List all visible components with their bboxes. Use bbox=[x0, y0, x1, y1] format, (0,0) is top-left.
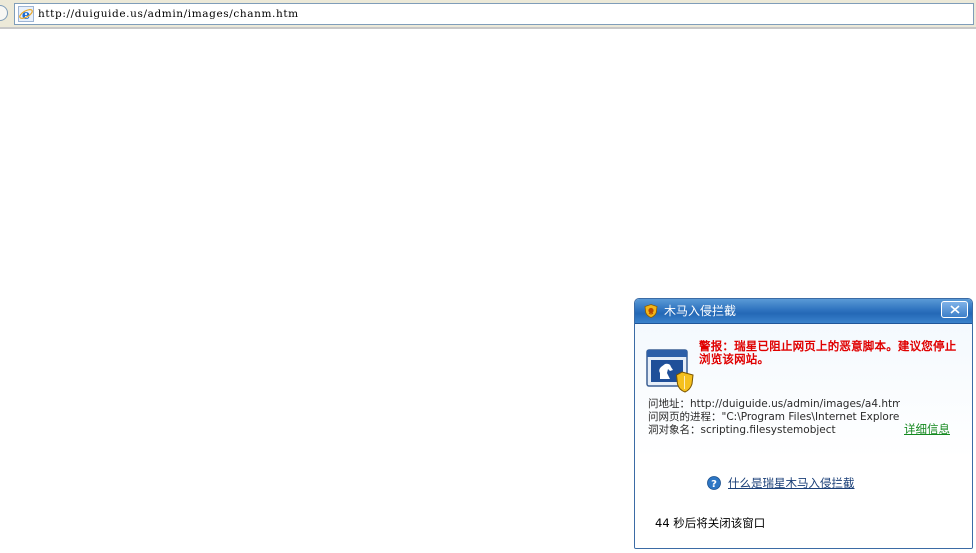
detail-object: 洞对象名：scripting.filesystemobject bbox=[648, 424, 836, 436]
popup-body: 警报：瑞星已阻止网页上的恶意脚本。建议您停止浏览该网站。 问地址：http://… bbox=[635, 324, 972, 548]
help-link[interactable]: 什么是瑞星木马入侵拦截 bbox=[728, 476, 855, 490]
help-question-icon[interactable]: ? bbox=[707, 476, 721, 490]
popup-title: 木马入侵拦截 bbox=[664, 304, 737, 318]
rising-lion-shield-icon bbox=[644, 304, 658, 318]
toolbar-separator bbox=[0, 27, 976, 29]
details-link[interactable]: 详细信息 bbox=[904, 422, 950, 436]
detail-address: 问地址：http://duiguide.us/admin/images/a4.h… bbox=[648, 398, 900, 410]
warning-message: 警报：瑞星已阻止网页上的恶意脚本。建议您停止浏览该网站。 bbox=[699, 339, 957, 366]
address-bar[interactable]: e http://duiguide.us/admin/images/chanm.… bbox=[14, 3, 974, 25]
address-bar-dropdown-edge[interactable] bbox=[0, 5, 8, 21]
ie-logo-icon: e bbox=[18, 6, 34, 22]
address-url[interactable]: http://duiguide.us/admin/images/chanm.ht… bbox=[38, 7, 299, 21]
detail-process: 问网页的进程："C:\Program Files\Internet Explor… bbox=[648, 411, 900, 423]
close-button[interactable] bbox=[941, 301, 968, 318]
popup-titlebar[interactable]: 木马入侵拦截 bbox=[635, 299, 972, 324]
close-icon bbox=[950, 305, 960, 314]
address-bar-strip: e http://duiguide.us/admin/images/chanm.… bbox=[0, 0, 976, 28]
close-countdown: 44 秒后将关闭该窗口 bbox=[655, 516, 766, 530]
svg-text:?: ? bbox=[711, 479, 717, 490]
trojan-intercept-popup: 木马入侵拦截 警报：瑞星已阻止网页上的恶意脚本。建议您停止浏览该网站。 问地址：… bbox=[634, 298, 973, 549]
browser-shield-icon bbox=[646, 349, 694, 393]
